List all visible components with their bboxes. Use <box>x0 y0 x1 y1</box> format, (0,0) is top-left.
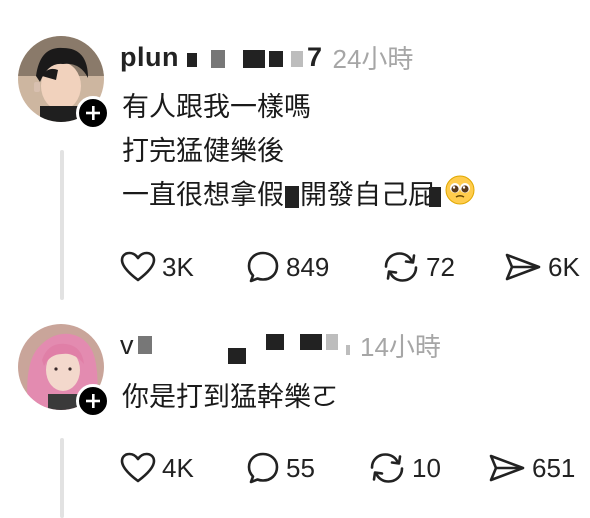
post-line-with-emoji: 一直很想拿假 開發自己屁 <box>122 174 475 219</box>
post-time: 14小時 <box>360 331 441 362</box>
share-count: 651 <box>532 452 576 483</box>
follow-button[interactable] <box>76 384 110 418</box>
share-button[interactable]: 6K <box>504 251 580 283</box>
censor-block <box>242 50 265 68</box>
post-body: 你是打到猛幹樂ㄛ <box>122 376 338 420</box>
post-line-part: 一直很想拿假 <box>122 180 284 211</box>
censor-block <box>300 334 322 350</box>
username[interactable]: plun <box>120 42 179 73</box>
comment-count: 849 <box>286 251 330 282</box>
repost-button[interactable]: 72 <box>382 250 455 284</box>
repost-arrows-icon <box>384 252 418 282</box>
like-count: 4K <box>162 452 194 483</box>
pleading-face-emoji <box>445 175 475 219</box>
censor-block <box>285 185 299 208</box>
censor-block <box>326 334 338 350</box>
post-header: plun 7 24小時 <box>120 40 413 74</box>
censor-block <box>266 334 284 350</box>
post-header: v 14小時 <box>120 328 441 364</box>
username-tail: 7 <box>306 41 323 72</box>
censor-block <box>210 50 225 68</box>
censor-block <box>228 348 246 364</box>
comment-button[interactable]: 55 <box>246 451 315 485</box>
repost-button[interactable]: 10 <box>368 451 441 485</box>
censor-block <box>186 53 197 67</box>
username[interactable]: v <box>120 330 134 361</box>
plus-icon <box>86 394 100 408</box>
post-body: 有人跟我一樣嗎 打完猛健樂後 一直很想拿假 開發自己屁 <box>122 86 475 219</box>
comment-button[interactable]: 849 <box>246 250 329 284</box>
post-time: 24小時 <box>332 43 414 74</box>
post-line: 有人跟我一樣嗎 <box>122 92 311 123</box>
post-line: 打完猛健樂後 <box>122 136 284 167</box>
heart-icon <box>120 251 156 282</box>
like-button[interactable]: 3K <box>120 251 194 283</box>
avatar-container[interactable] <box>18 324 110 418</box>
censor-block <box>268 51 283 67</box>
censor-block <box>138 336 152 354</box>
repost-arrows-icon <box>370 453 404 483</box>
send-icon <box>489 454 525 482</box>
plus-icon <box>86 106 100 120</box>
like-count: 3K <box>162 251 194 282</box>
censor-block <box>290 51 303 67</box>
comment-count: 55 <box>286 452 315 483</box>
share-button[interactable]: 651 <box>488 452 575 484</box>
thread-line <box>60 438 64 518</box>
repost-count: 10 <box>412 452 441 483</box>
send-icon <box>505 253 541 281</box>
post-line-part: 開發自己屁 <box>300 180 435 211</box>
heart-icon <box>120 452 156 483</box>
thread-line <box>60 150 64 300</box>
follow-button[interactable] <box>76 96 110 130</box>
like-button[interactable]: 4K <box>120 452 194 484</box>
censor-block <box>429 186 441 207</box>
post-line: 你是打到猛幹樂ㄛ <box>122 382 338 413</box>
censor-block <box>346 345 350 355</box>
thread-post: plun 7 24小時 有人跟我一樣嗎 打完猛健樂後 一直很想拿假開發自己屁 <box>0 0 590 300</box>
share-count: 6K <box>548 251 580 282</box>
repost-count: 72 <box>426 251 455 282</box>
comment-bubble-icon <box>247 452 279 484</box>
avatar-container[interactable] <box>18 36 110 130</box>
thread-post: v 14小時 你是打到猛幹樂ㄛ 4K 55 10 651 <box>0 310 590 518</box>
comment-bubble-icon <box>247 251 279 283</box>
